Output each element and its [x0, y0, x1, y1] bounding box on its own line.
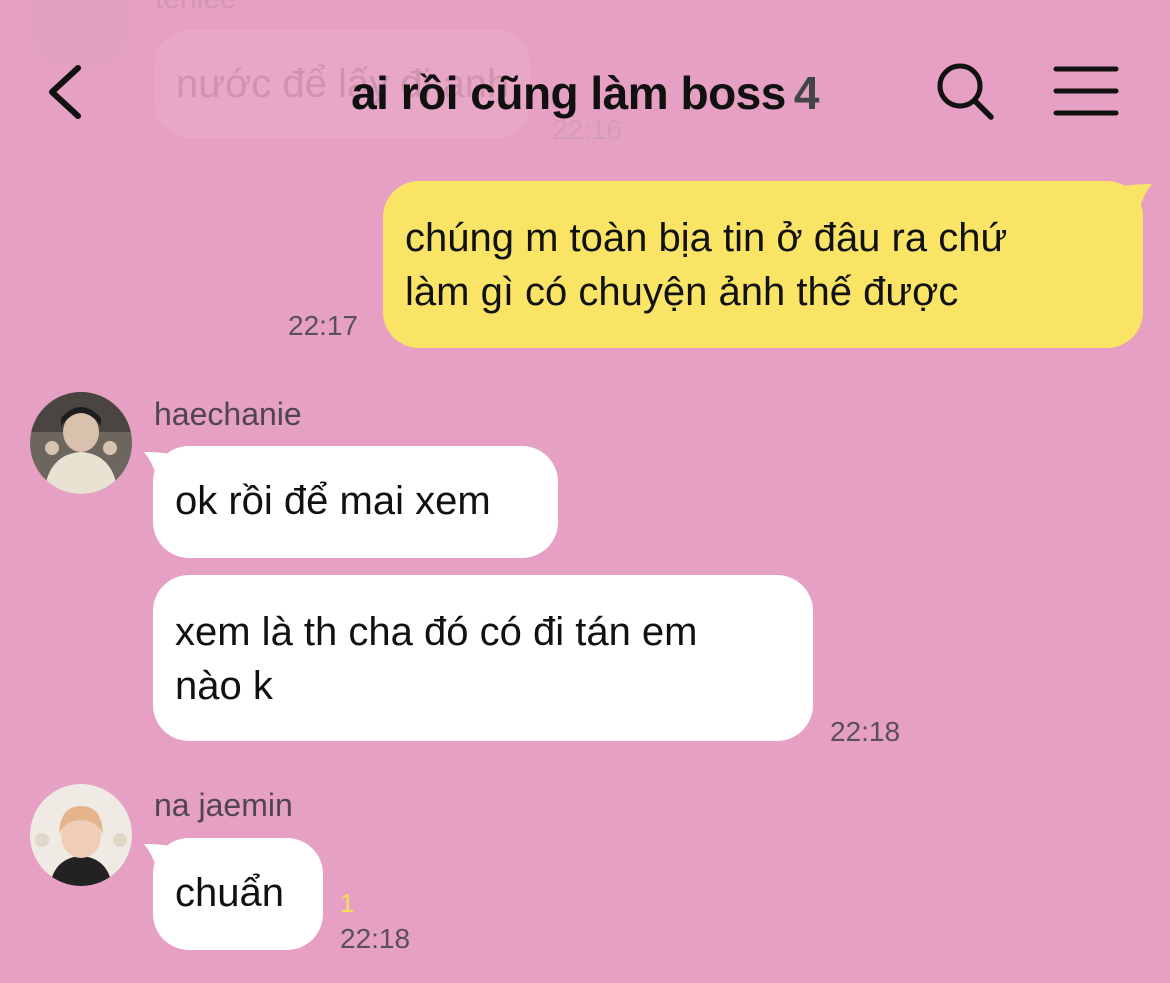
incoming-message-bubble[interactable]: chuẩn: [153, 838, 323, 950]
faded-sender-name: tenlee: [155, 0, 237, 16]
menu-icon[interactable]: [1052, 64, 1120, 118]
unread-count: 1: [340, 888, 355, 918]
avatar[interactable]: [30, 784, 132, 886]
message-line: chuẩn: [175, 871, 284, 915]
search-icon[interactable]: [934, 60, 998, 124]
avatar[interactable]: [30, 392, 132, 494]
member-count: 4: [793, 67, 820, 119]
sender-name: haechanie: [154, 396, 302, 432]
message-line: làm gì có chuyện ảnh thế được: [405, 270, 959, 314]
message-time: 22:18: [830, 716, 901, 747]
message-line: chúng m toàn bịa tin ở đâu ra chứ: [405, 216, 1008, 260]
sender-name: na jaemin: [154, 787, 293, 823]
message-line: nào k: [175, 664, 273, 708]
message-time: 22:18: [340, 923, 411, 954]
chat-title-text: ai rồi cũng làm boss: [351, 67, 786, 119]
outgoing-message-bubble[interactable]: chúng m toàn bịa tin ở đâu ra chứ làm gì…: [383, 181, 1143, 348]
message-line: xem là th cha đó có đi tán em: [175, 610, 698, 654]
message-time: 22:17: [288, 310, 359, 341]
incoming-message-bubble[interactable]: ok rồi để mai xem: [153, 446, 558, 558]
message-line: ok rồi để mai xem: [175, 479, 491, 523]
incoming-message-bubble[interactable]: xem là th cha đó có đi tán em nào k: [153, 575, 813, 741]
